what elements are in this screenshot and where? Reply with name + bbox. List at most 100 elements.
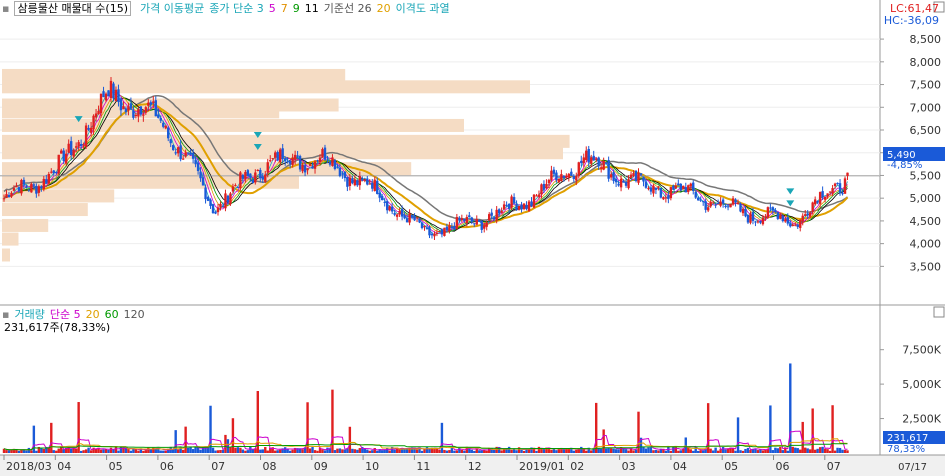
price-tick-label: 6,500 (910, 124, 942, 137)
price-legend-item[interactable]: 11 (305, 2, 319, 15)
price-legend-item[interactable]: 7 (281, 2, 288, 15)
volume-bar (520, 449, 523, 453)
price-legend-item[interactable]: 이격도 과열 (396, 2, 450, 15)
candle-body (488, 214, 491, 221)
volume-panel-close-box[interactable] (933, 306, 945, 318)
volume-bar (567, 448, 571, 453)
time-tick-label: 10 (365, 460, 379, 473)
candle-body (316, 160, 319, 162)
candle-body (744, 208, 747, 217)
volume-bar (77, 402, 80, 453)
stock-name[interactable]: 삼릉물산 매물대 수(15) (14, 1, 132, 16)
candle-body (619, 178, 623, 188)
candle-body (246, 170, 250, 176)
volume-bar (804, 447, 807, 453)
volume-bar (580, 446, 583, 453)
candle-body (659, 187, 663, 198)
candle-body (590, 157, 593, 164)
candle-body (547, 179, 551, 184)
legend-toggle-icon[interactable]: ▪ (2, 2, 9, 15)
volume-bar (376, 450, 379, 453)
volume-bar (420, 450, 424, 453)
candle-body (147, 102, 150, 106)
candle-body (721, 199, 725, 204)
volume-legend-item[interactable]: 20 (86, 308, 100, 321)
candle-body (776, 212, 780, 219)
price-legend-item[interactable]: 종가 단순 3 (209, 2, 263, 15)
candle-body (244, 172, 247, 180)
volume-legend-item[interactable]: 거래량 (14, 308, 44, 321)
candle-body (719, 201, 722, 206)
candle-body (612, 172, 615, 182)
volume-bar (709, 448, 712, 453)
volume-bar (438, 449, 441, 453)
candle-body (134, 114, 138, 117)
volume-bar (25, 450, 28, 453)
time-tick-label: 08 (263, 460, 277, 473)
candle-body (602, 161, 605, 170)
volume-bar (669, 450, 673, 453)
volume-bar (89, 450, 93, 453)
candle-body (649, 187, 653, 192)
price-legend-item[interactable]: 20 (377, 2, 391, 15)
candle-body (433, 233, 436, 237)
volume-bar (283, 447, 287, 453)
chart-canvas[interactable]: 8,5008,0007,5007,0006,5006,0005,5005,000… (0, 0, 945, 476)
volume-bar (647, 447, 650, 453)
volume-bar (826, 449, 829, 453)
candle-body (478, 220, 481, 222)
price-tick-label: 7,000 (910, 101, 942, 114)
candle-body (841, 193, 844, 195)
candle-body (383, 201, 386, 203)
candle-body (400, 209, 404, 217)
volume-bar (833, 450, 837, 453)
volume-bar (50, 422, 53, 453)
price-legend-item[interactable]: 가격 이동평균 (140, 2, 204, 15)
volume-bar (816, 448, 819, 453)
volume-bar (92, 447, 95, 453)
candle-body (403, 215, 406, 219)
volume-profile-bar (2, 80, 530, 94)
volume-bar (724, 449, 727, 453)
candle-body (119, 99, 123, 111)
candle-body (697, 197, 700, 201)
volume-bar (351, 448, 354, 453)
candle-body (211, 204, 215, 213)
volume-bar (383, 450, 386, 453)
candle-body (229, 193, 232, 205)
volume-bar (336, 448, 339, 453)
volume-legend-item[interactable]: 60 (105, 308, 119, 321)
price-legend-item[interactable]: 5 (269, 2, 276, 15)
price-legend-item[interactable]: 기준선 26 (324, 2, 372, 15)
volume-bar (617, 449, 620, 453)
candle-body (734, 199, 737, 203)
candle-body (104, 93, 108, 101)
candle-body (440, 229, 444, 235)
price-tick-label: 8,500 (910, 33, 942, 46)
candle-body (769, 207, 772, 209)
price-legend-item[interactable]: 9 (293, 2, 300, 15)
candle-body (532, 194, 536, 208)
candle-body (27, 189, 31, 191)
volume-bar (443, 449, 446, 453)
candle-body (241, 174, 245, 179)
candle-body (435, 232, 439, 234)
volume-bar (614, 449, 618, 453)
volume-legend-item[interactable]: 120 (124, 308, 145, 321)
candle-body (831, 188, 834, 194)
candle-body (512, 197, 516, 203)
candle-body (109, 80, 113, 99)
candle-body (475, 219, 478, 225)
volume-legend-toggle-icon[interactable]: ▪ (2, 308, 9, 321)
price-tick-label: 5,000 (910, 192, 942, 205)
candle-body (687, 185, 690, 192)
volume-legend-item[interactable]: 단순 5 (50, 308, 81, 321)
volume-bar (415, 449, 419, 453)
candle-body (609, 174, 613, 178)
candle-body (376, 180, 379, 194)
candle-body (637, 172, 640, 183)
candle-body (667, 195, 670, 200)
candle-body (196, 162, 200, 172)
candle-body (846, 172, 849, 176)
candle-body (774, 210, 777, 212)
